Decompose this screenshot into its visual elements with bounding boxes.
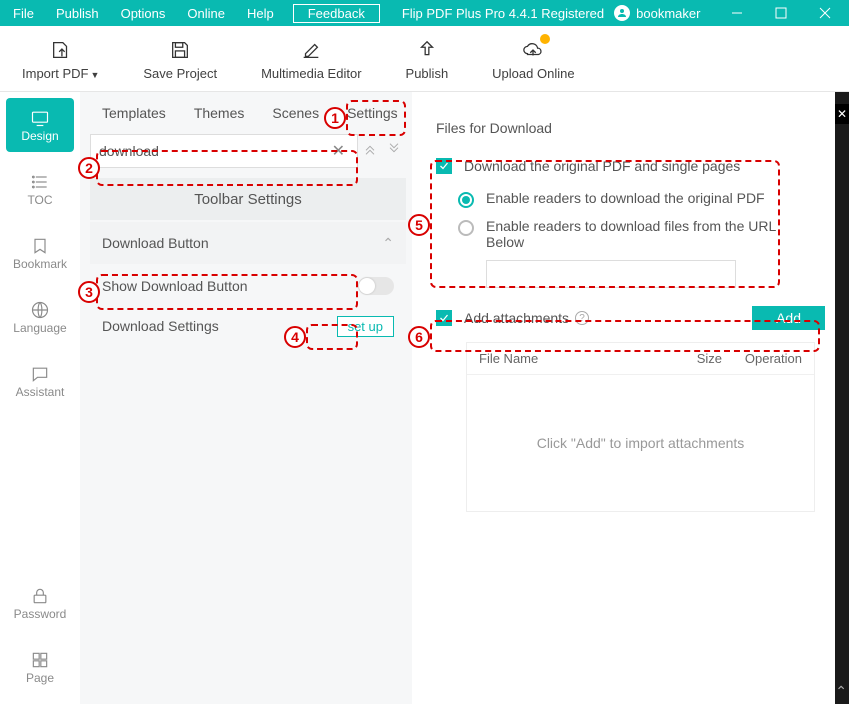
menu-file[interactable]: File (2, 6, 45, 21)
download-pdf-option: Download the original PDF and single pag… (436, 158, 825, 174)
show-download-label: Show Download Button (102, 278, 248, 294)
globe-icon (30, 299, 50, 321)
edit-icon (300, 36, 322, 64)
panel-caret-icon: ⌃ (835, 683, 847, 700)
backdrop-strip (835, 92, 849, 704)
sidebar-item-password[interactable]: Password (6, 576, 74, 630)
attachments-table: File Name Size Operation Click "Add" to … (466, 342, 815, 512)
sidebar-item-language[interactable]: Language (6, 290, 74, 344)
radio-url-label-2: Below (486, 234, 776, 250)
list-icon (30, 171, 50, 193)
radio-url-label: Enable readers to download files from th… (486, 218, 776, 234)
radio-original-pdf[interactable]: Enable readers to download the original … (458, 190, 825, 208)
settings-search[interactable]: ✕ (90, 134, 358, 168)
menu-online[interactable]: Online (176, 6, 236, 21)
window-close[interactable] (803, 0, 847, 26)
tab-templates[interactable]: Templates (88, 105, 180, 121)
sidebar-item-toc[interactable]: TOC (6, 162, 74, 216)
toolbar-settings-header[interactable]: Toolbar Settings (90, 178, 406, 220)
col-size: Size (672, 351, 722, 366)
left-sidebar: Design TOC Bookmark Language Assistant P… (0, 92, 80, 704)
radio-url[interactable]: Enable readers to download files from th… (458, 218, 825, 250)
radio-url-input[interactable] (458, 220, 474, 236)
feedback-button[interactable]: Feedback (293, 4, 380, 23)
main-toolbar: Import PDF▼ Save Project Multimedia Edit… (0, 26, 849, 92)
help-icon[interactable]: ? (575, 311, 589, 325)
window-minimize[interactable] (715, 0, 759, 26)
menu-publish[interactable]: Publish (45, 6, 110, 21)
import-pdf-button[interactable]: Import PDF▼ (0, 36, 121, 81)
panel-title: Files for Download (436, 120, 825, 136)
chevron-up-icon: ⌃ (382, 235, 394, 252)
download-url-input[interactable] (486, 260, 736, 288)
setup-button[interactable]: set up (337, 316, 394, 337)
col-operation: Operation (722, 351, 802, 366)
attachments-header: Add attachments ? Add (436, 306, 825, 330)
add-attachment-button[interactable]: Add (752, 306, 825, 330)
import-icon (50, 36, 72, 64)
attachments-empty: Click "Add" to import attachments (467, 375, 814, 511)
design-tabs: Templates Themes Scenes Settings (80, 92, 412, 134)
user-account[interactable]: bookmaker (614, 5, 700, 21)
save-project-button[interactable]: Save Project (121, 36, 239, 81)
download-pdf-label: Download the original PDF and single pag… (464, 158, 740, 174)
title-bar: File Publish Options Online Help Feedbac… (0, 0, 849, 26)
download-settings-row: Download Settings set up (90, 306, 406, 346)
show-download-button-row: Show Download Button (90, 266, 406, 306)
attachments-checkbox[interactable] (436, 310, 452, 326)
tab-settings[interactable]: Settings (333, 105, 412, 121)
tab-themes[interactable]: Themes (180, 105, 259, 121)
radio-original-pdf-input[interactable] (458, 192, 474, 208)
upload-online-button[interactable]: Upload Online (470, 36, 596, 81)
panel-close-icon[interactable]: ✕ (835, 104, 849, 124)
download-config-panel: ✕ Files for Download Download the origin… (412, 92, 849, 704)
grid-icon (30, 649, 50, 671)
main-area: Design TOC Bookmark Language Assistant P… (0, 92, 849, 704)
attachments-table-head: File Name Size Operation (467, 343, 814, 375)
search-input[interactable] (99, 143, 328, 159)
attachments-label: Add attachments (464, 310, 569, 326)
window-maximize[interactable] (759, 0, 803, 26)
monitor-icon (30, 107, 50, 129)
menu-help[interactable]: Help (236, 6, 285, 21)
save-icon (169, 36, 191, 64)
settings-column: Templates Themes Scenes Settings ✕ Toolb… (80, 92, 412, 704)
chat-icon (30, 363, 50, 385)
lock-icon (30, 585, 50, 607)
multimedia-editor-button[interactable]: Multimedia Editor (239, 36, 383, 81)
user-avatar-icon (614, 5, 630, 21)
show-download-toggle[interactable] (358, 277, 394, 295)
sidebar-item-assistant[interactable]: Assistant (6, 354, 74, 408)
sidebar-item-design[interactable]: Design (6, 98, 74, 152)
publish-button[interactable]: Publish (384, 36, 471, 81)
menu-options[interactable]: Options (110, 6, 177, 21)
radio-original-pdf-label: Enable readers to download the original … (486, 190, 765, 206)
tab-scenes[interactable]: Scenes (258, 105, 333, 121)
sidebar-item-bookmark[interactable]: Bookmark (6, 226, 74, 280)
sidebar-item-page[interactable]: Page (6, 640, 74, 694)
download-pdf-checkbox[interactable] (436, 158, 452, 174)
user-name: bookmaker (636, 6, 700, 21)
clear-search-icon[interactable]: ✕ (328, 141, 349, 161)
bookmark-icon (30, 235, 50, 257)
download-settings-label: Download Settings (102, 318, 219, 334)
publish-icon (416, 36, 438, 64)
cloud-upload-icon (522, 36, 544, 64)
collapse-all-icon[interactable] (358, 141, 382, 162)
download-button-header[interactable]: Download Button ⌃ (90, 222, 406, 264)
app-title: Flip PDF Plus Pro 4.4.1 Registered (402, 6, 604, 21)
expand-all-icon[interactable] (382, 141, 406, 162)
col-filename: File Name (479, 351, 672, 366)
